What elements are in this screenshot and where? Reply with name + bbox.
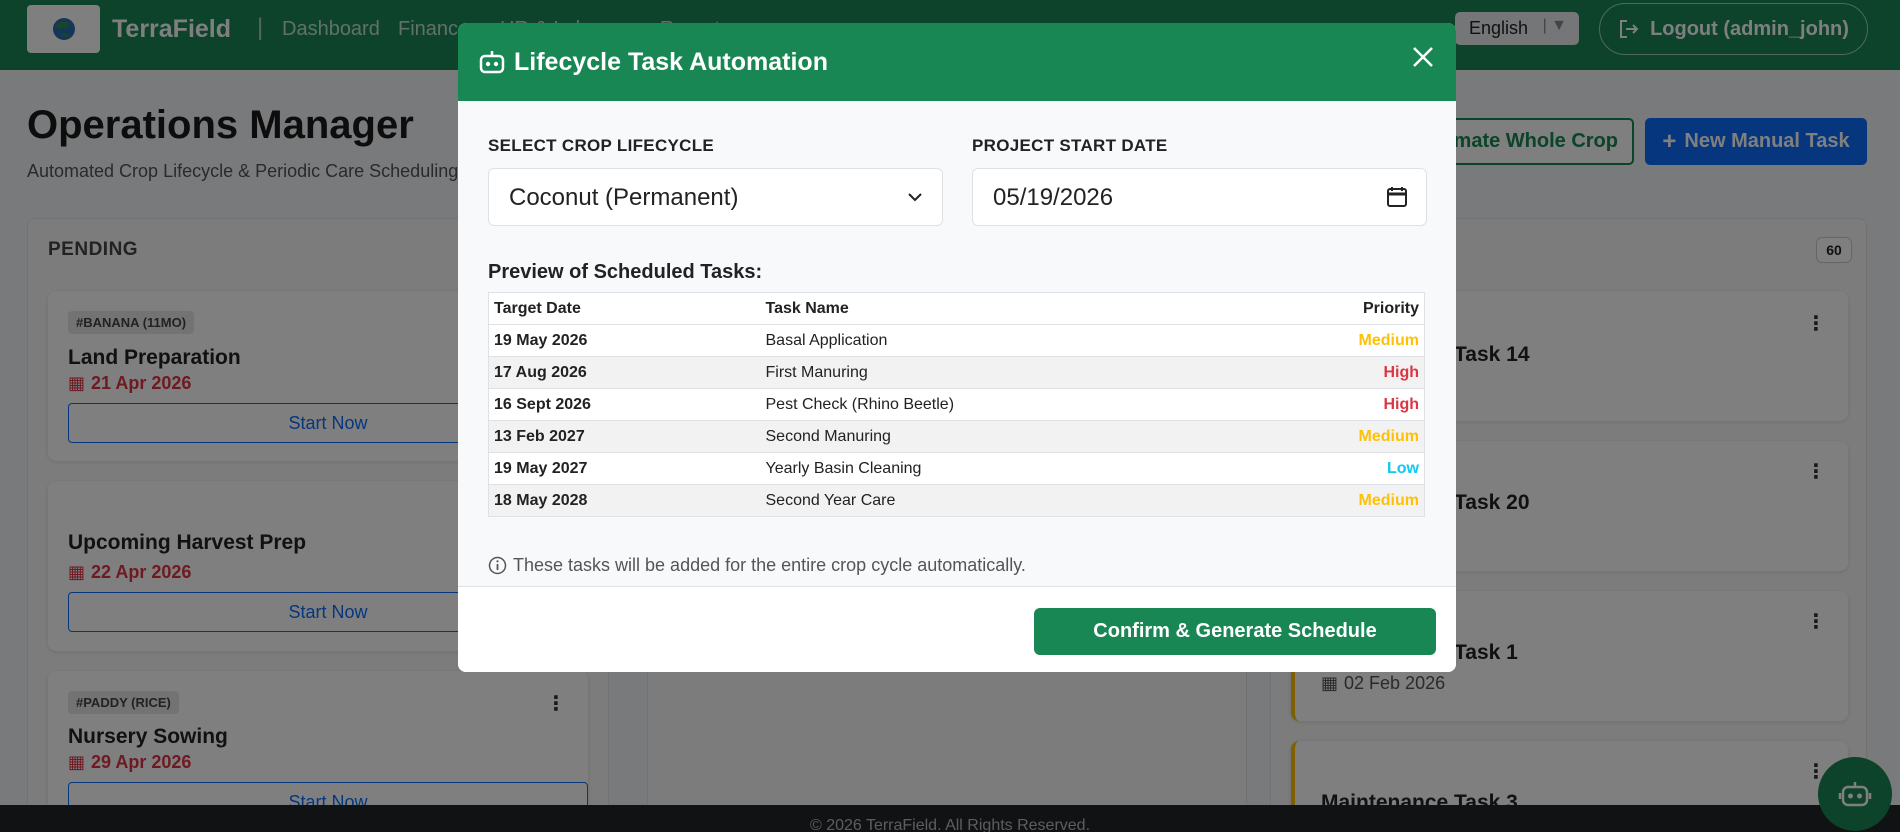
modal-footer: Confirm & Generate Schedule <box>458 586 1456 672</box>
target-date: 16 Sept 2026 <box>488 388 761 421</box>
table-row: 19 May 2027 Yearly Basin Cleaning Low <box>488 452 1425 485</box>
priority: High <box>1224 388 1425 421</box>
priority: Medium <box>1224 324 1425 357</box>
table-row: 18 May 2028 Second Year Care Medium <box>488 484 1425 517</box>
target-date: 19 May 2027 <box>488 452 761 485</box>
crop-lifecycle-label: SELECT CROP LIFECYCLE <box>488 136 715 155</box>
calendar-icon[interactable] <box>1386 185 1408 209</box>
start-date-input[interactable]: 05/19/2026 <box>972 168 1427 226</box>
start-date-value: 05/19/2026 <box>993 184 1114 211</box>
header-target-date: Target Date <box>488 292 761 325</box>
priority: High <box>1224 356 1425 389</box>
close-icon[interactable] <box>1408 42 1438 72</box>
chevron-down-icon <box>908 193 922 202</box>
target-date: 13 Feb 2027 <box>488 420 761 453</box>
priority: Medium <box>1224 420 1425 453</box>
modal-title: Lifecycle Task Automation <box>514 47 828 76</box>
task-name: Second Year Care <box>760 484 1225 517</box>
task-name: Yearly Basin Cleaning <box>760 452 1225 485</box>
task-name: Pest Check (Rhino Beetle) <box>760 388 1225 421</box>
table-row: 19 May 2026 Basal Application Medium <box>488 324 1425 357</box>
scheduled-tasks-table: Target Date Task Name Priority 19 May 20… <box>488 292 1425 517</box>
confirm-generate-button[interactable]: Confirm & Generate Schedule <box>1034 608 1436 655</box>
info-note: These tasks will be added for the entire… <box>488 555 1026 576</box>
lifecycle-automation-modal: Lifecycle Task Automation SELECT CROP LI… <box>458 23 1456 672</box>
table-row: 16 Sept 2026 Pest Check (Rhino Beetle) H… <box>488 388 1425 421</box>
table-row: 17 Aug 2026 First Manuring High <box>488 356 1425 389</box>
task-name: Basal Application <box>760 324 1225 357</box>
crop-lifecycle-select[interactable]: Coconut (Permanent) <box>488 168 943 226</box>
crop-lifecycle-value: Coconut (Permanent) <box>509 184 739 211</box>
start-date-label: PROJECT START DATE <box>972 136 1168 155</box>
header-task-name: Task Name <box>760 292 1225 325</box>
table-row: 13 Feb 2027 Second Manuring Medium <box>488 420 1425 453</box>
target-date: 19 May 2026 <box>488 324 761 357</box>
target-date: 17 Aug 2026 <box>488 356 761 389</box>
task-name: First Manuring <box>760 356 1225 389</box>
robot-icon <box>479 51 505 74</box>
table-header-row: Target Date Task Name Priority <box>488 292 1425 325</box>
task-name: Second Manuring <box>760 420 1225 453</box>
priority: Medium <box>1224 484 1425 517</box>
priority: Low <box>1224 452 1425 485</box>
header-priority: Priority <box>1224 292 1425 325</box>
info-note-text: These tasks will be added for the entire… <box>513 555 1026 575</box>
target-date: 18 May 2028 <box>488 484 761 517</box>
modal-body: SELECT CROP LIFECYCLE Coconut (Permanent… <box>458 101 1456 586</box>
info-icon <box>488 556 507 575</box>
preview-heading: Preview of Scheduled Tasks: <box>488 261 763 283</box>
modal-header: Lifecycle Task Automation <box>458 23 1456 101</box>
